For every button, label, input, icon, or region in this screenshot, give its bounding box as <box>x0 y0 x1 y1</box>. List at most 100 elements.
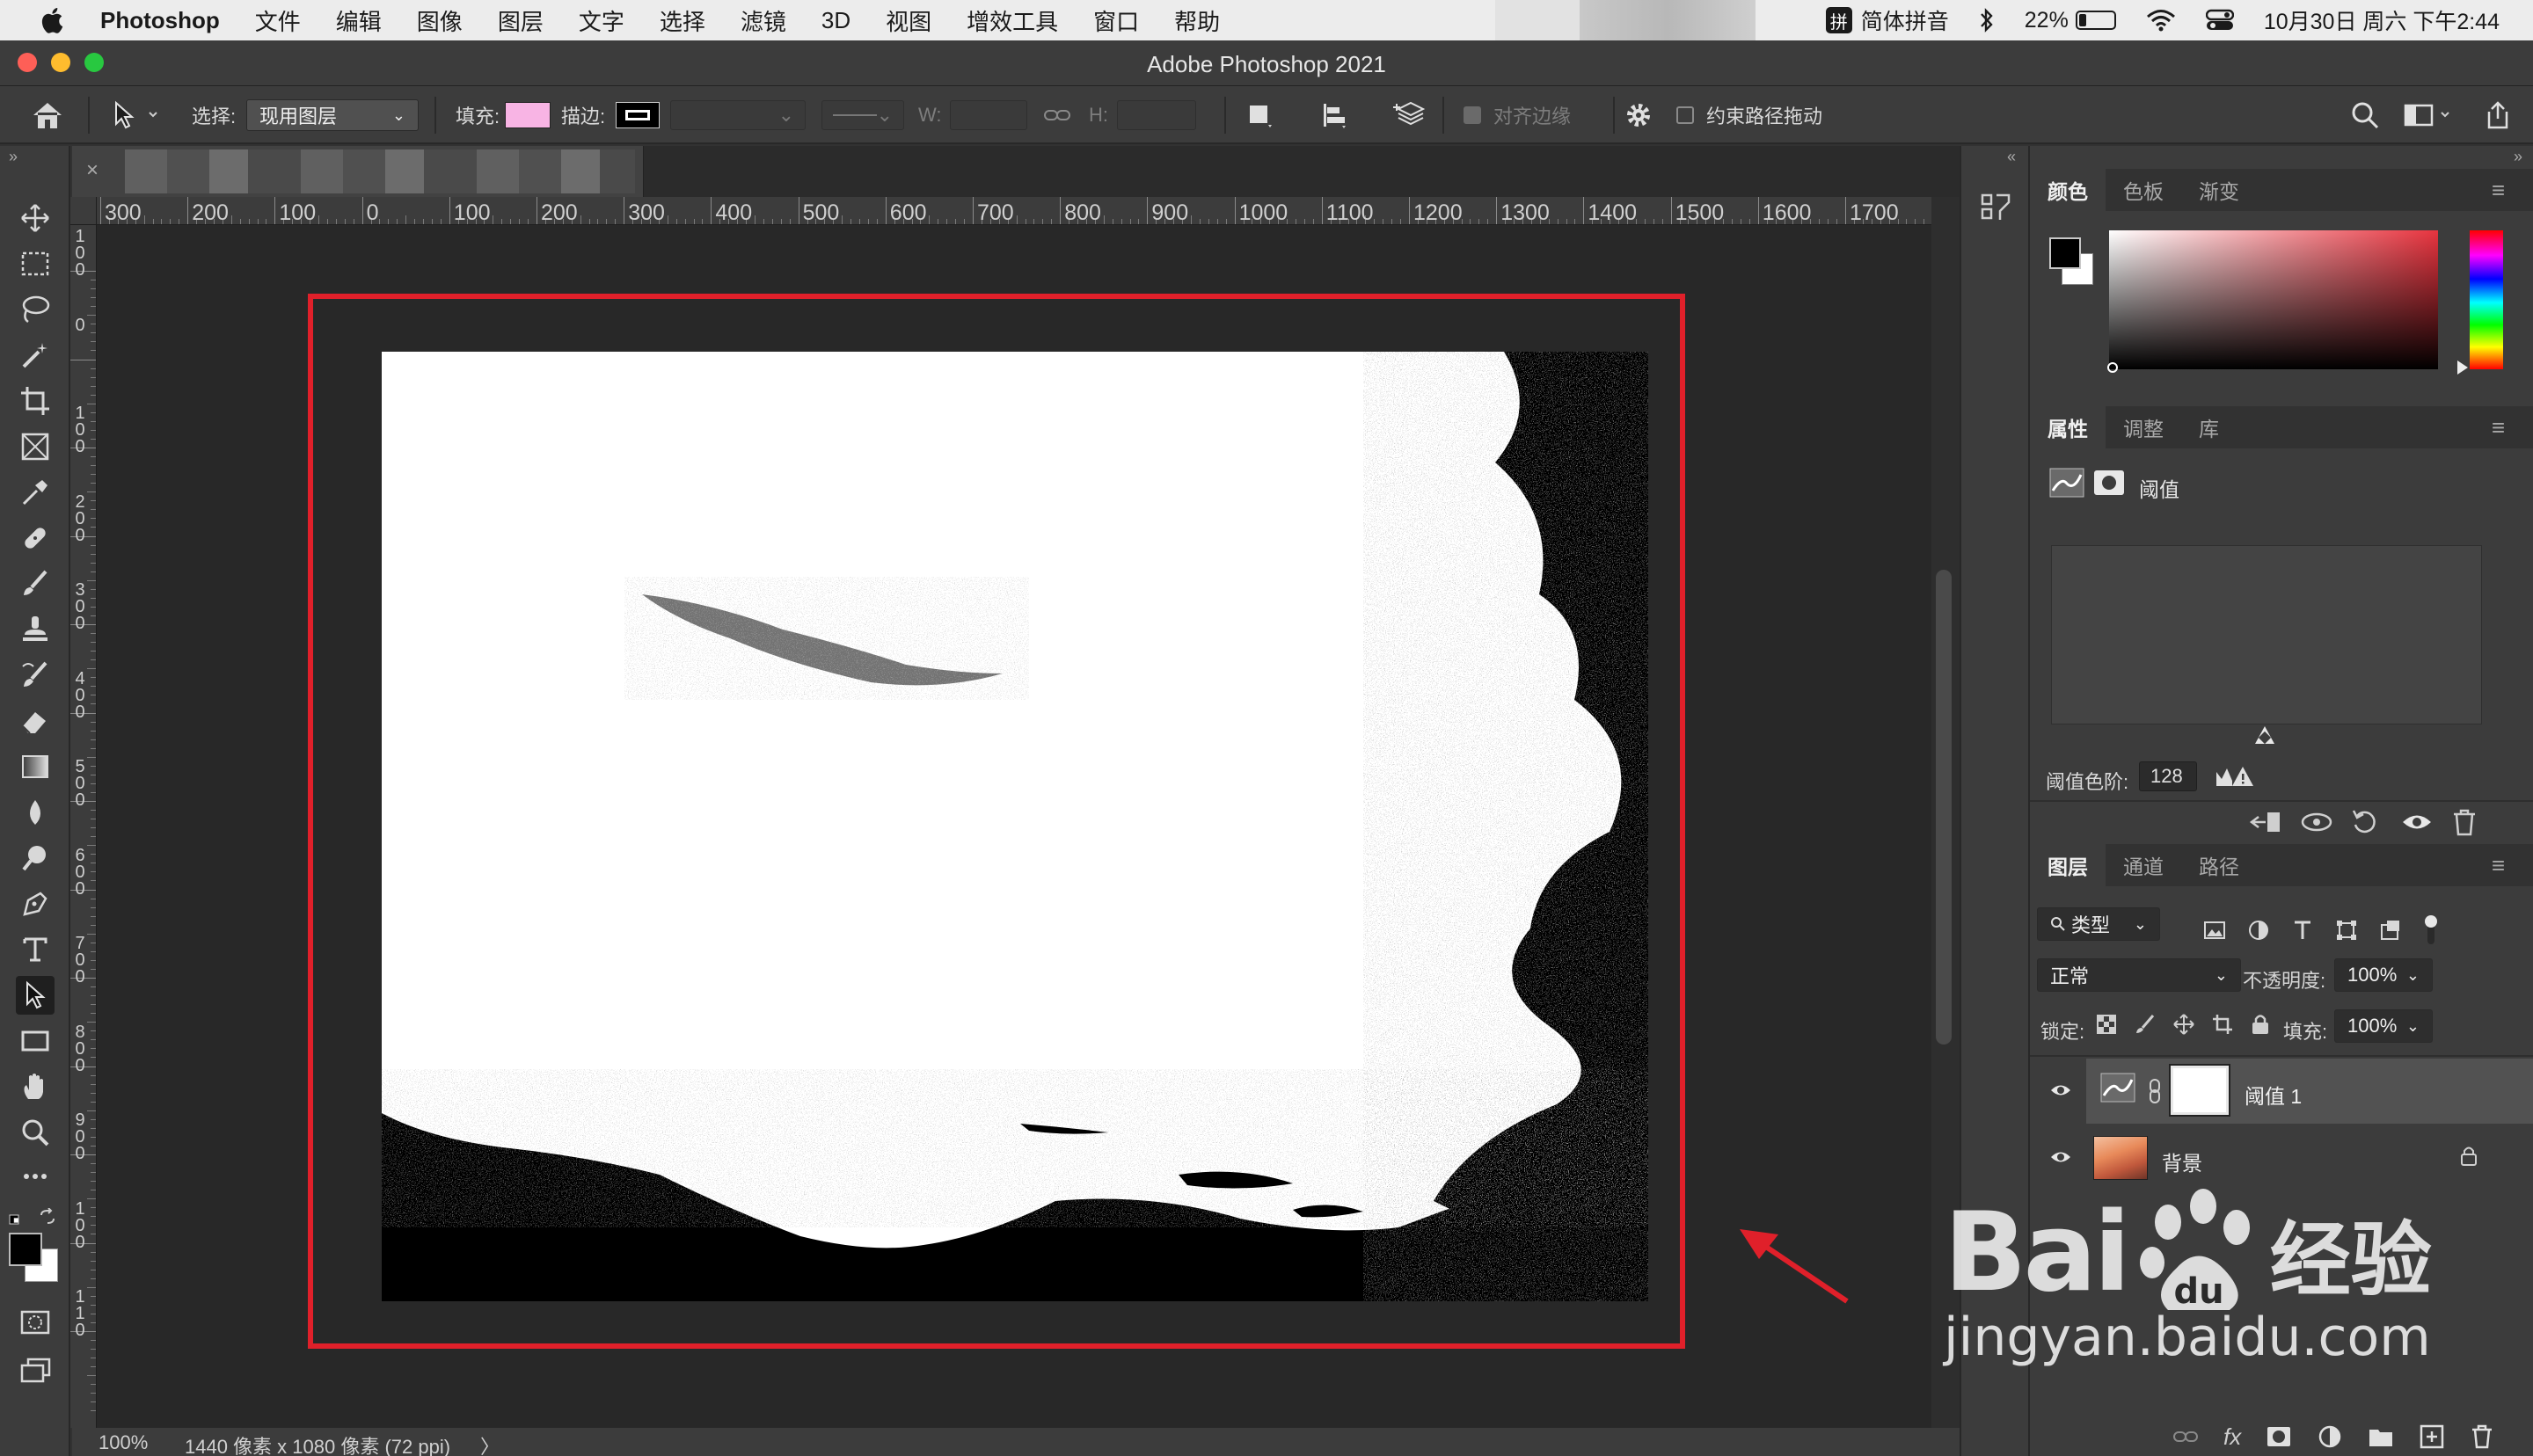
close-window-button[interactable] <box>18 53 37 72</box>
frame-tool-icon[interactable] <box>16 427 55 466</box>
healing-brush-tool-icon[interactable] <box>16 519 55 557</box>
threshold-level-input[interactable]: 128 <box>2139 761 2197 791</box>
tab-swatches[interactable]: 色板 <box>2106 175 2181 205</box>
apple-icon[interactable] <box>39 5 69 35</box>
gear-icon[interactable] <box>1624 100 1653 130</box>
lock-all-icon[interactable] <box>2250 1013 2271 1036</box>
clip-to-layer-icon[interactable] <box>2248 807 2283 842</box>
crop-tool-icon[interactable] <box>16 382 55 420</box>
hue-slider[interactable] <box>2470 230 2503 369</box>
layer-filter-dropdown[interactable]: 类型 ⌄ <box>2037 907 2160 941</box>
new-group-icon[interactable] <box>2368 1425 2394 1448</box>
tab-paths[interactable]: 路径 <box>2181 850 2257 880</box>
histogram-warning-icon[interactable] <box>2215 763 2255 795</box>
toggle-visibility-icon[interactable] <box>2399 809 2434 841</box>
eye-icon[interactable] <box>2049 1147 2072 1168</box>
tab-channels[interactable]: 通道 <box>2106 850 2181 880</box>
menu-plugins[interactable]: 增效工具 <box>967 4 1058 37</box>
hue-slider-handle[interactable] <box>2457 360 2468 375</box>
layer-mask-thumbnail[interactable] <box>2169 1064 2230 1117</box>
height-field[interactable] <box>1117 100 1196 130</box>
default-colors-icon[interactable] <box>9 1210 26 1233</box>
align-edges-checkbox[interactable] <box>1464 106 1481 124</box>
close-tab-icon[interactable]: × <box>86 158 99 183</box>
foreground-color-swatch[interactable] <box>9 1233 42 1266</box>
pen-tool-icon[interactable] <box>16 885 55 923</box>
input-method[interactable]: 拼 简体拼音 <box>1825 4 1949 36</box>
menu-filter[interactable]: 滤镜 <box>741 4 786 37</box>
select-layers-dropdown[interactable]: 现用图层 ⌄ <box>246 99 419 131</box>
filter-smart-objects-icon[interactable] <box>2378 918 2403 943</box>
document-tab[interactable]: × <box>72 146 644 197</box>
menu-image[interactable]: 图像 <box>417 4 463 37</box>
color-panel-foreground[interactable] <box>2049 237 2081 269</box>
control-center-icon[interactable] <box>2205 9 2234 32</box>
link-icon[interactable] <box>1043 105 1071 126</box>
tool-preset-picker[interactable] <box>109 86 158 144</box>
menu-window[interactable]: 窗口 <box>1093 4 1139 37</box>
stroke-color-swatch[interactable] <box>616 102 660 128</box>
swap-colors-icon[interactable] <box>39 1207 56 1231</box>
layer-name[interactable]: 阈值 1 <box>2245 1080 2302 1110</box>
layer-row-threshold[interactable]: 阈值 1 <box>2030 1059 2533 1124</box>
menu-select[interactable]: 选择 <box>660 4 705 37</box>
zoom-tool-icon[interactable] <box>16 1113 55 1152</box>
brush-tool-icon[interactable] <box>16 564 55 603</box>
lock-artboard-icon[interactable] <box>2211 1013 2234 1036</box>
tab-properties[interactable]: 属性 <box>2030 406 2106 448</box>
minimize-window-button[interactable] <box>51 53 70 72</box>
layer-name[interactable]: 背景 <box>2162 1147 2202 1176</box>
eyedropper-tool-icon[interactable] <box>16 473 55 512</box>
blend-mode-dropdown[interactable]: 正常 ⌄ <box>2037 958 2241 992</box>
quick-mask-icon[interactable] <box>16 1303 55 1342</box>
width-field[interactable] <box>950 100 1027 130</box>
stroke-width-field[interactable]: ⌄ <box>670 100 806 130</box>
color-spectrum[interactable] <box>2109 230 2438 369</box>
filter-adjustment-layers-icon[interactable] <box>2246 918 2271 943</box>
collapse-dock-icon[interactable]: « <box>2007 148 2016 166</box>
eye-icon[interactable] <box>2049 1080 2072 1101</box>
wifi-icon[interactable] <box>2146 9 2176 32</box>
search-icon[interactable] <box>2350 100 2380 130</box>
vertical-scroll-thumb[interactable] <box>1936 570 1952 1045</box>
menu-type[interactable]: 文字 <box>579 4 624 37</box>
fill-opacity-field[interactable]: 100% ⌄ <box>2334 1009 2433 1043</box>
view-previous-state-icon[interactable] <box>2299 809 2334 841</box>
gradient-tool-icon[interactable] <box>16 747 55 786</box>
blur-tool-icon[interactable] <box>16 793 55 832</box>
collapse-toolbar-icon[interactable]: » <box>9 148 18 166</box>
reset-adjustment-icon[interactable] <box>2350 807 2380 842</box>
menu-view[interactable]: 视图 <box>886 4 931 37</box>
battery-indicator[interactable]: 22% <box>2025 8 2116 33</box>
stroke-type-dropdown[interactable]: ⌄ <box>821 100 904 130</box>
tab-gradients[interactable]: 渐变 <box>2181 175 2257 205</box>
menu-layer[interactable]: 图层 <box>498 4 544 37</box>
horizontal-ruler[interactable]: 300 200 100 0 100 200 300 400 500 600 700 800 900 100… <box>97 197 1931 225</box>
ruler-origin[interactable] <box>70 197 97 225</box>
status-menu-arrow[interactable]: 〉 <box>480 1431 500 1456</box>
filter-shape-layers-icon[interactable] <box>2334 918 2359 943</box>
color-picker-cursor[interactable] <box>2107 362 2118 373</box>
link-layers-icon[interactable] <box>2172 1426 2199 1447</box>
rectangle-tool-icon[interactable] <box>16 1022 55 1060</box>
zoom-level[interactable]: 100% <box>99 1431 148 1454</box>
path-selection-tool-icon[interactable] <box>16 976 55 1015</box>
new-adjustment-layer-icon[interactable] <box>2317 1423 2343 1450</box>
bluetooth-icon[interactable] <box>1979 7 1995 33</box>
vertical-ruler[interactable]: 1 0 0 0 1 0 0 2 0 0 3 0 0 4 0 0 5 0 0 6 0 0 7 0 … <box>70 225 97 1428</box>
hand-tool-icon[interactable] <box>16 1067 55 1106</box>
layer-mask-icon[interactable] <box>2093 470 2125 501</box>
layer-row-background[interactable]: 背景 <box>2030 1125 2533 1190</box>
delete-adjustment-icon[interactable] <box>2450 807 2478 842</box>
opacity-field[interactable]: 100% ⌄ <box>2334 958 2433 992</box>
dodge-tool-icon[interactable] <box>16 839 55 877</box>
clone-stamp-tool-icon[interactable] <box>16 610 55 649</box>
lock-image-pixels-icon[interactable] <box>2134 1013 2157 1036</box>
home-button[interactable] <box>30 86 65 144</box>
delete-layer-icon[interactable] <box>2470 1423 2494 1450</box>
lock-transparent-pixels-icon[interactable] <box>2095 1013 2118 1036</box>
tab-layers[interactable]: 图层 <box>2030 844 2106 886</box>
menu-file[interactable]: 文件 <box>255 4 301 37</box>
tab-libraries[interactable]: 库 <box>2181 412 2237 442</box>
chain-link-icon[interactable] <box>2148 1078 2162 1104</box>
